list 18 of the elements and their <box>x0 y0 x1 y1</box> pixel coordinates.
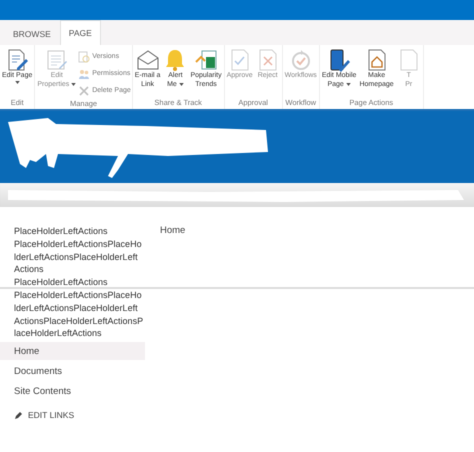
breadcrumb: Home <box>160 225 186 236</box>
ribbon-tab[interactable]: PAGE <box>60 20 101 45</box>
ribbon-tab[interactable]: BROWSE <box>4 22 60 45</box>
delete-icon <box>78 84 90 96</box>
placeholder-text: PlaceHolderLeftActionsPlaceHolderLeftActionsPlaceHolderLeftActions <box>14 238 143 276</box>
pencil-icon <box>15 411 23 420</box>
edit-links-link[interactable]: EDIT LINKS <box>28 410 74 420</box>
trends-icon <box>194 48 218 72</box>
nav-link[interactable]: Documents <box>0 362 145 380</box>
envelope-icon <box>136 48 160 72</box>
properties-icon <box>44 48 69 72</box>
placeholder-text: PlaceHolderLeftActions <box>14 276 109 289</box>
placeholder-text: PlaceHolderLeftActions <box>14 225 109 238</box>
nav-link[interactable]: Home <box>0 342 145 360</box>
versions-icon <box>78 50 90 62</box>
people-icon <box>78 68 90 80</box>
placeholder-text: PlaceHolderLeftActionsPlaceHolderLeftActionsPlaceHolderLeftActionsPlaceHolderLeftActionsPlaceHolderLeftActions <box>14 288 144 340</box>
nav-link[interactable]: Site Contents <box>0 382 145 400</box>
